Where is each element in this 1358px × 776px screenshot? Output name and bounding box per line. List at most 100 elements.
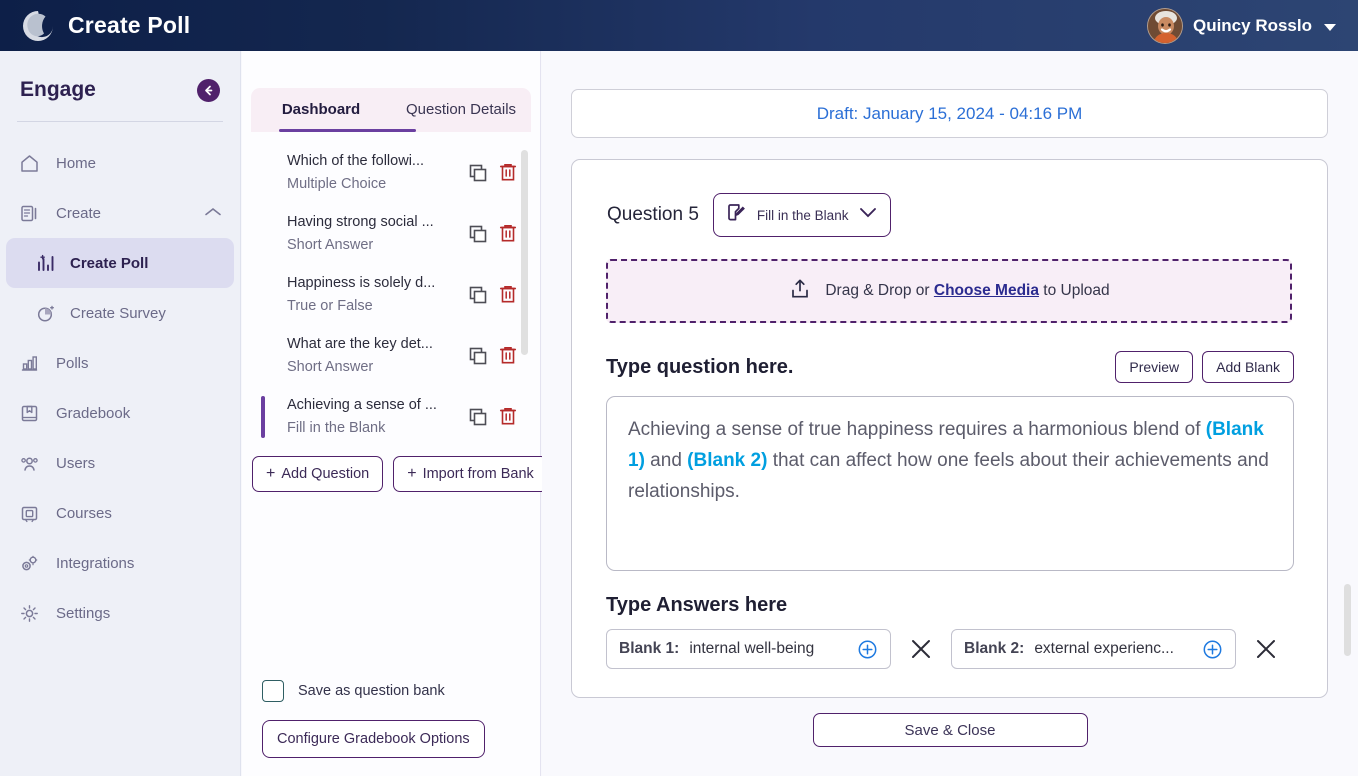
trash-icon[interactable] [498, 284, 518, 305]
question-item-type: True or False [287, 297, 373, 314]
app-brand: Create Poll [20, 8, 190, 44]
question-item-actions [468, 345, 518, 366]
sidebar-item-label: Create Survey [70, 304, 166, 322]
save-as-question-bank-label: Save as question bank [298, 683, 445, 699]
question-editor-card: Question 5 Fill in the Blank Drag & Drop… [571, 159, 1328, 698]
sidebar-item-create-poll[interactable]: Create Poll [6, 238, 234, 288]
sidebar-item-home[interactable]: Home [0, 138, 240, 188]
book-bookmark-icon [18, 402, 40, 424]
sidebar-divider [17, 121, 223, 122]
app-title: Create Poll [68, 12, 191, 38]
question-number-label: Question 5 [607, 204, 699, 225]
tab-dashboard[interactable]: Dashboard [251, 88, 391, 132]
question-item-actions [468, 284, 518, 305]
preview-button[interactable]: Preview [1115, 351, 1194, 383]
save-close-bar: Save & Close [542, 713, 1358, 747]
list-item[interactable]: What are the key det... Short Answer [251, 325, 540, 386]
sidebar-item-polls[interactable]: Polls [0, 338, 240, 388]
sidebar-item-users[interactable]: Users [0, 438, 240, 488]
question-item-actions [468, 162, 518, 183]
user-menu[interactable]: Quincy Rosslo [1146, 7, 1336, 44]
avatar [1146, 7, 1183, 44]
save-close-button[interactable]: Save & Close [812, 713, 1088, 747]
trash-icon[interactable] [498, 406, 518, 427]
sidebar-item-label: Gradebook [56, 404, 131, 422]
trash-icon[interactable] [498, 162, 518, 183]
list-item-selected[interactable]: Achieving a sense of ... Fill in the Bla… [251, 386, 540, 447]
sidebar-nav: Home Create Create Poll Create Survey Po… [0, 138, 240, 638]
trash-icon[interactable] [498, 223, 518, 244]
add-blank-button[interactable]: Add Blank [1202, 351, 1294, 383]
chevron-down-icon [1324, 23, 1336, 31]
sidebar-item-settings[interactable]: Settings [0, 588, 240, 638]
remove-blank-1-button[interactable] [908, 636, 934, 662]
copy-icon[interactable] [468, 346, 488, 366]
answers-row: Blank 1: internal well-being Blank 2: ex… [606, 629, 1327, 669]
draft-status-bar[interactable]: Draft: January 15, 2024 - 04:16 PM [571, 89, 1328, 138]
poll-bar-chart-icon [34, 252, 56, 274]
blank-1-value: internal well-being [689, 640, 815, 657]
list-item[interactable]: Happiness is solely d... True or False [251, 264, 540, 325]
tab-active-underline [279, 129, 416, 132]
dropzone-text: Drag & Drop or Choose Media to Upload [825, 282, 1109, 300]
question-item-actions [468, 406, 518, 427]
sidebar-item-label: Integrations [56, 554, 135, 572]
blank-2-token: (Blank 2) [687, 449, 768, 471]
question-item-actions [468, 223, 518, 244]
sidebar-item-gradebook[interactable]: Gradebook [0, 388, 240, 438]
sidebar-item-label: Create Poll [70, 254, 149, 272]
question-text-input[interactable]: Achieving a sense of true happiness requ… [606, 396, 1294, 571]
copy-icon[interactable] [468, 224, 488, 244]
question-action-buttons: Preview Add Blank [1115, 351, 1294, 383]
save-as-question-bank-checkbox[interactable] [262, 680, 284, 702]
media-dropzone[interactable]: Drag & Drop or Choose Media to Upload [606, 259, 1292, 323]
blank-1-answer-field[interactable]: Blank 1: internal well-being [606, 629, 891, 669]
copy-icon[interactable] [468, 407, 488, 427]
copy-icon[interactable] [468, 163, 488, 183]
question-item-type: Short Answer [287, 358, 374, 375]
trash-icon[interactable] [498, 345, 518, 366]
sidebar-item-courses[interactable]: Courses [0, 488, 240, 538]
question-prompt-label: Type question here. [606, 355, 794, 378]
main-content: Draft: January 15, 2024 - 04:16 PM Quest… [542, 51, 1358, 776]
plus-circle-icon[interactable] [1202, 639, 1223, 660]
question-item-texts: Which of the followi... Multiple Choice [287, 150, 468, 196]
question-item-title: Happiness is solely d... [287, 274, 436, 291]
add-question-button[interactable]: + Add Question [252, 456, 384, 492]
sidebar-item-integrations[interactable]: Integrations [0, 538, 240, 588]
question-item-type: Multiple Choice [287, 175, 387, 192]
gears-icon [18, 552, 40, 574]
question-card-scrollbar[interactable] [1344, 584, 1351, 656]
sidebar-item-create[interactable]: Create [0, 188, 240, 238]
sidebar-item-label: Users [56, 454, 96, 472]
chevron-up-icon[interactable] [204, 205, 222, 222]
copy-icon[interactable] [468, 285, 488, 305]
plus-icon: + [407, 465, 417, 482]
arrow-left-circle-icon[interactable] [197, 78, 220, 102]
remove-blank-2-button[interactable] [1253, 636, 1279, 662]
question-item-texts: Achieving a sense of ... Fill in the Bla… [287, 394, 468, 440]
bar-chart-icon [18, 352, 40, 374]
question-item-texts: What are the key det... Short Answer [287, 333, 468, 379]
configure-gradebook-options-button[interactable]: Configure Gradebook Options [262, 720, 485, 758]
panel-tabs: Dashboard Question Details [251, 88, 531, 132]
list-item[interactable]: Which of the followi... Multiple Choice [251, 142, 540, 203]
tab-question-details[interactable]: Question Details [391, 88, 531, 132]
question-item-title: Which of the followi... [287, 152, 424, 169]
question-item-type: Fill in the Blank [287, 419, 386, 436]
list-item[interactable]: Having strong social ... Short Answer [251, 203, 540, 264]
blank-2-value: external experienc... [1034, 640, 1174, 657]
question-type-dropdown[interactable]: Fill in the Blank [712, 193, 892, 237]
edit-pencil-square-icon [726, 202, 747, 228]
choose-media-link[interactable]: Choose Media [934, 282, 1039, 299]
survey-pie-icon [34, 302, 56, 324]
import-from-bank-label: Import from Bank [422, 466, 534, 482]
question-item-title: Achieving a sense of ... [287, 396, 437, 413]
blank-2-answer-field[interactable]: Blank 2: external experienc... [951, 629, 1236, 669]
import-from-bank-button[interactable]: + Import from Bank [393, 456, 548, 492]
courses-frame-icon [18, 502, 40, 524]
plus-icon: + [266, 465, 276, 482]
plus-circle-icon[interactable] [857, 639, 878, 660]
blank-2-key: Blank 2: [964, 640, 1025, 657]
sidebar-item-create-survey[interactable]: Create Survey [0, 288, 240, 338]
